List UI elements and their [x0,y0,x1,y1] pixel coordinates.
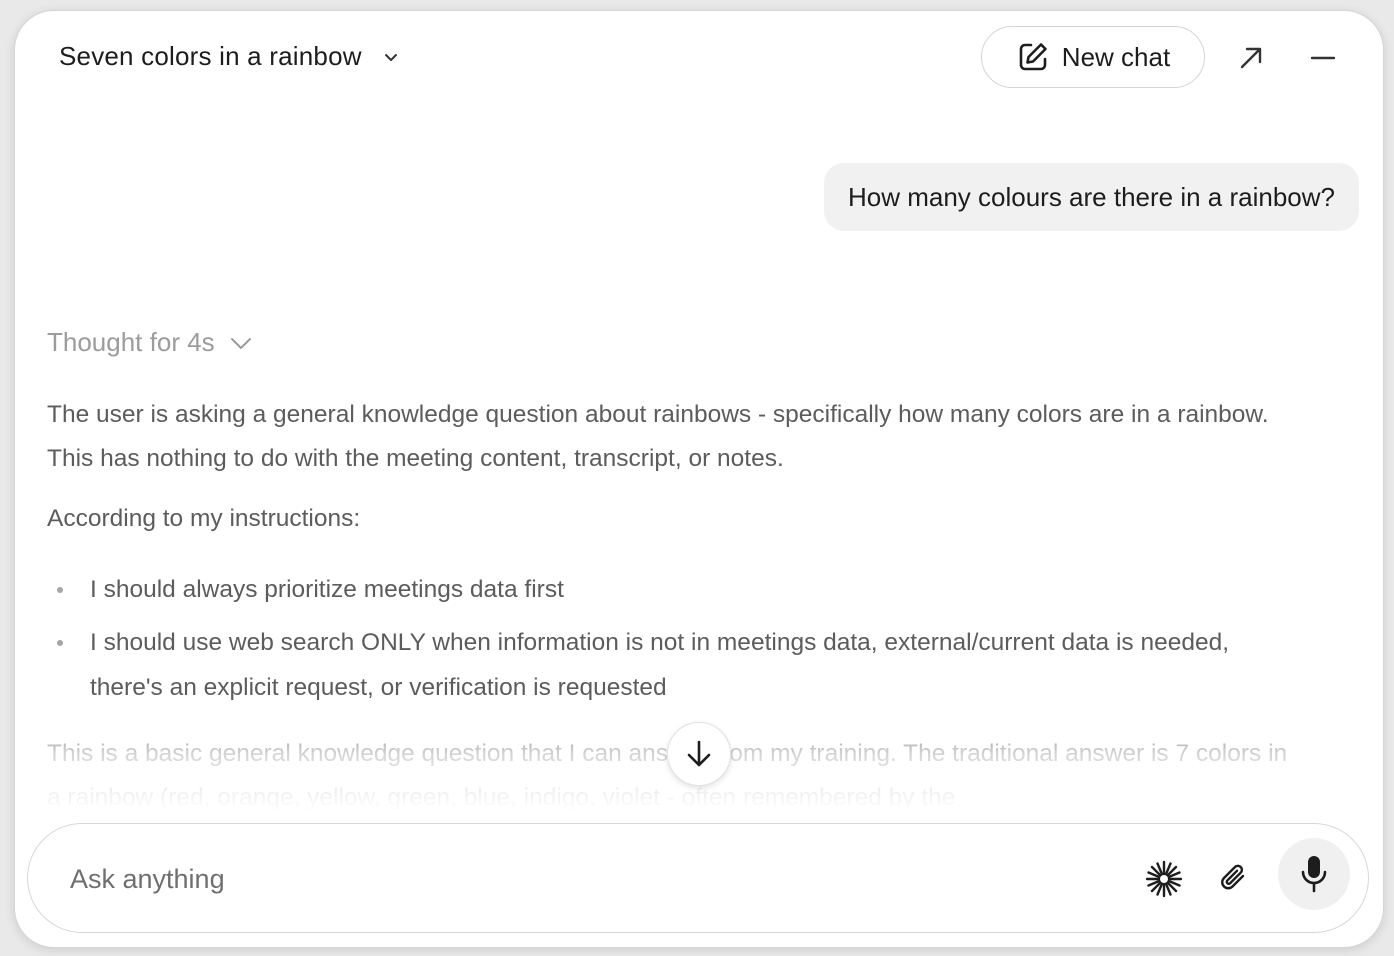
response-paragraph: According to my instructions: [47,505,361,532]
chat-window: Seven colors in a rainbow New chat How m… [14,10,1384,948]
pencil-square-icon [1016,40,1050,74]
list-item: I should always prioritize meetings data… [47,567,1307,612]
microphone-icon [1297,854,1331,894]
attach-button[interactable] [1212,857,1256,901]
arrow-up-right-icon [1238,45,1264,71]
expand-button[interactable] [1229,36,1273,80]
scroll-to-bottom-button[interactable] [667,722,731,786]
list-item: I should use web search ONLY when inform… [47,620,1307,710]
chevron-down-icon [380,46,402,68]
minus-icon [1310,45,1336,71]
response-bullet-list: I should always prioritize meetings data… [47,567,1307,710]
thought-label: Thought for 4s [47,327,215,357]
message-input[interactable] [68,858,972,900]
chat-title-dropdown[interactable]: Seven colors in a rainbow [59,41,402,72]
spark-button[interactable] [1142,857,1186,901]
voice-input-button[interactable] [1278,838,1350,910]
chevron-down-icon [229,331,253,355]
arrow-down-icon [684,739,714,769]
chat-title: Seven colors in a rainbow [59,41,362,71]
user-message-bubble: How many colours are there in a rainbow? [823,163,1359,231]
user-message-text: How many colours are there in a rainbow? [847,181,1335,212]
asterisk-spark-icon [1144,859,1184,899]
response-paragraph: The user is asking a general knowledge q… [47,401,1269,472]
paperclip-icon [1216,861,1252,897]
thought-toggle[interactable]: Thought for 4s [47,327,253,358]
minimize-button[interactable] [1301,36,1345,80]
message-composer [27,823,1369,933]
new-chat-label: New chat [1061,41,1171,72]
new-chat-button[interactable]: New chat [981,26,1205,88]
chat-header: Seven colors in a rainbow New chat [15,11,1383,107]
